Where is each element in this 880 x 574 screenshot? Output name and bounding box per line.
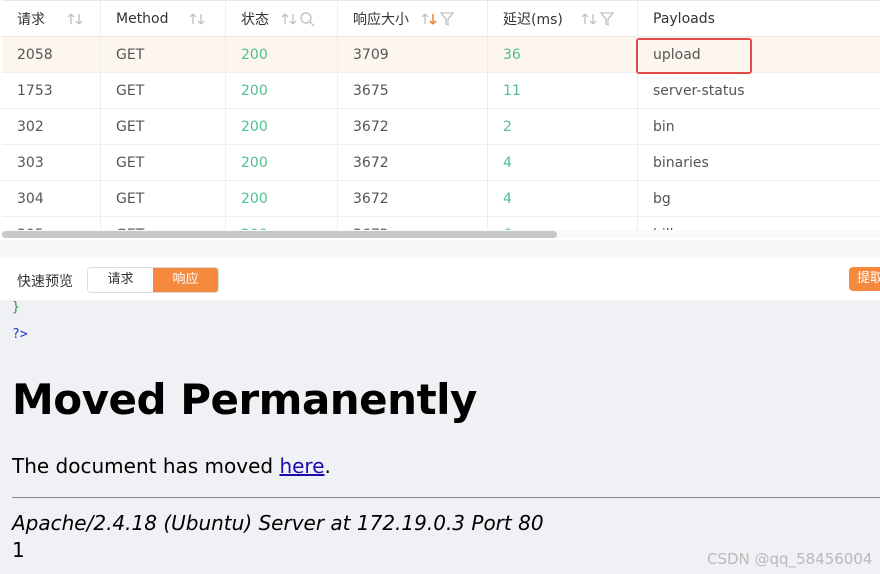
cell-latency: 4 bbox=[488, 181, 638, 216]
cell-request: 1753 bbox=[2, 73, 101, 108]
quick-preview-label: 快速预览 bbox=[17, 274, 73, 290]
cell-latency: 11 bbox=[488, 73, 638, 108]
cell-payload: bin bbox=[653, 118, 675, 135]
filter-icon[interactable] bbox=[599, 11, 615, 27]
sort-icon[interactable] bbox=[281, 12, 297, 26]
sort-icon[interactable] bbox=[189, 12, 205, 26]
quick-preview-bar: 快速预览 请求 响应 提取 bbox=[0, 258, 880, 301]
response-heading: Moved Permanently bbox=[12, 375, 477, 424]
cell-request: 304 bbox=[2, 181, 101, 216]
cell-size: 3672 bbox=[338, 109, 488, 144]
cell-payload: bg bbox=[653, 190, 671, 207]
table-header: 请求 Method 状态 响应大小 延迟(ms) Payloads bbox=[2, 1, 880, 37]
cell-status: 200 bbox=[226, 73, 338, 108]
cell-size: 3709 bbox=[338, 37, 488, 72]
cell-latency: 4 bbox=[488, 145, 638, 180]
cell-method: GET bbox=[101, 109, 226, 144]
results-table: 请求 Method 状态 响应大小 延迟(ms) Payloads 2058 G… bbox=[2, 0, 880, 233]
cell-status: 200 bbox=[226, 109, 338, 144]
here-link[interactable]: here bbox=[279, 454, 324, 478]
sort-desc-icon[interactable] bbox=[421, 12, 437, 26]
sort-icon[interactable] bbox=[581, 12, 597, 26]
trailing-output: 1 bbox=[12, 538, 25, 562]
cell-method: GET bbox=[101, 37, 226, 72]
request-response-toggle: 请求 响应 bbox=[87, 267, 219, 293]
column-header-payloads[interactable]: Payloads bbox=[638, 1, 880, 36]
code-php-close: ?> bbox=[12, 327, 28, 342]
cell-size: 3672 bbox=[338, 145, 488, 180]
cell-size: 3675 bbox=[338, 73, 488, 108]
cell-status: 200 bbox=[226, 145, 338, 180]
cell-status: 200 bbox=[226, 37, 338, 72]
response-paragraph: The document has moved here. bbox=[12, 454, 331, 478]
cell-latency: 36 bbox=[488, 37, 638, 72]
watermark: CSDN @qq_58456004 bbox=[707, 550, 873, 568]
cell-request: 302 bbox=[2, 109, 101, 144]
cell-payload: binaries bbox=[653, 154, 709, 171]
table-row[interactable]: 304 GET 200 3672 4 bg bbox=[2, 181, 880, 217]
panel-divider bbox=[0, 240, 880, 258]
cell-request: 2058 bbox=[2, 37, 101, 72]
table-row[interactable]: 303 GET 200 3672 4 binaries bbox=[2, 145, 880, 181]
cell-payload: server-status bbox=[653, 82, 745, 99]
server-address: Apache/2.4.18 (Ubuntu) Server at 172.19.… bbox=[12, 511, 544, 535]
tab-response[interactable]: 响应 bbox=[153, 268, 218, 292]
tab-request[interactable]: 请求 bbox=[88, 268, 153, 292]
cell-method: GET bbox=[101, 145, 226, 180]
cell-latency: 2 bbox=[488, 109, 638, 144]
extract-button[interactable]: 提取 bbox=[849, 267, 880, 291]
cell-request: 303 bbox=[2, 145, 101, 180]
code-brace: } bbox=[12, 300, 20, 315]
cell-method: GET bbox=[101, 181, 226, 216]
column-header-status[interactable]: 状态 bbox=[226, 1, 338, 36]
column-header-latency[interactable]: 延迟(ms) bbox=[488, 1, 638, 36]
cell-status: 200 bbox=[226, 181, 338, 216]
table-row[interactable]: 1753 GET 200 3675 11 server-status bbox=[2, 73, 880, 109]
sort-icon[interactable] bbox=[67, 12, 83, 26]
column-header-response-size[interactable]: 响应大小 bbox=[338, 1, 488, 36]
column-header-method[interactable]: Method bbox=[101, 1, 226, 36]
column-header-request[interactable]: 请求 bbox=[2, 1, 101, 36]
cell-size: 3672 bbox=[338, 181, 488, 216]
cell-method: GET bbox=[101, 73, 226, 108]
search-icon[interactable] bbox=[299, 11, 315, 27]
filter-icon[interactable] bbox=[439, 11, 455, 27]
response-preview: } ?> Moved Permanently The document has … bbox=[0, 300, 880, 574]
divider-line bbox=[12, 497, 880, 498]
cell-payload: upload bbox=[653, 46, 701, 63]
table-row[interactable]: 2058 GET 200 3709 36 upload bbox=[2, 37, 880, 73]
table-row[interactable]: 302 GET 200 3672 2 bin bbox=[2, 109, 880, 145]
horizontal-scrollbar-thumb[interactable] bbox=[2, 231, 557, 238]
